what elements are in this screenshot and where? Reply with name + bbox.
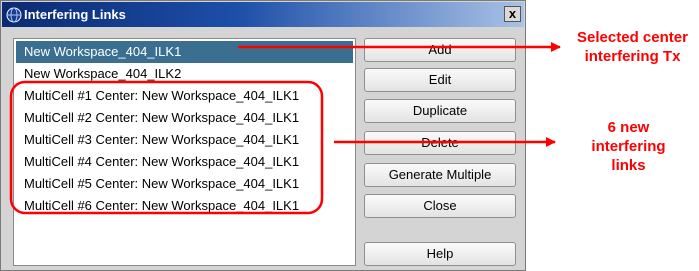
annotation-text: 6 new — [607, 119, 650, 136]
annotation-text: Selected center — [577, 29, 688, 46]
annotation-text: links — [611, 157, 646, 174]
annotation-text: interfering — [591, 138, 666, 155]
annotation-selected-center: Selected center interfering Tx — [566, 28, 699, 66]
annotation-new-links: 6 new interfering links — [566, 118, 691, 175]
highlight-new-links-box — [9, 80, 324, 215]
annotation-text: interfering Tx — [584, 48, 681, 65]
